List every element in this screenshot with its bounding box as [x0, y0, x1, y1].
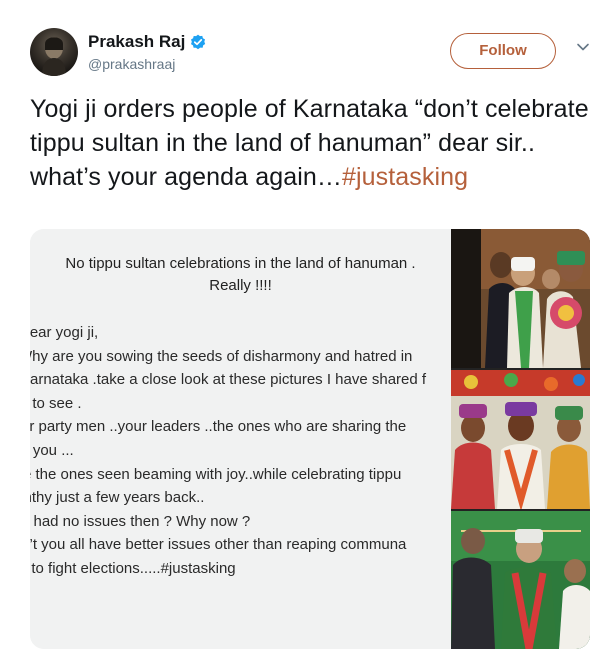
avatar[interactable]: [30, 28, 78, 76]
tweet-header: Prakash Raj @prakashraaj Follow: [30, 28, 590, 78]
note-title: No tippu sultan celebrations in the land…: [30, 253, 451, 297]
note-title-line-1: No tippu sultan celebrations in the land…: [65, 255, 416, 272]
photo-3-image: [451, 511, 590, 649]
photo-1[interactable]: [451, 229, 590, 368]
note-line: Karnataka .take a close look at these pi…: [30, 371, 427, 389]
note-title-line-2: Really !!!!: [209, 277, 272, 294]
hashtag-link[interactable]: #justasking: [342, 163, 468, 191]
note-line: Dear yogi ji,: [30, 324, 99, 341]
note-line: Are the ones seen beaming with joy..whil…: [30, 465, 402, 483]
user-name-block[interactable]: Prakash Raj @prakashraaj: [88, 32, 206, 72]
note-image[interactable]: No tippu sultan celebrations in the land…: [30, 229, 451, 649]
avatar-portrait: [42, 37, 66, 76]
note-line: with you ...: [30, 441, 74, 459]
note-body: Dear yogi ji, Why are you sowing the see…: [30, 321, 451, 581]
note-line: you to see .: [30, 394, 82, 412]
follow-button[interactable]: Follow: [450, 33, 556, 69]
tweet-text: Yogi ji orders people of Karnataka “don’…: [30, 92, 590, 194]
note-line: Don’t you all have better issues other t…: [30, 536, 407, 554]
photo-1-image: [451, 229, 590, 368]
note-line: Why are you sowing the seeds of disharmo…: [30, 347, 413, 365]
photo-3[interactable]: [451, 511, 590, 649]
chevron-down-icon[interactable]: [576, 40, 590, 54]
user-handle[interactable]: @prakashraaj: [88, 56, 206, 72]
photo-2[interactable]: [451, 370, 590, 509]
tweet-media[interactable]: No tippu sultan celebrations in the land…: [30, 229, 590, 649]
note-line: You had no issues then ? Why now ?: [30, 512, 251, 530]
tweet-body: Yogi ji orders people of Karnataka “don’…: [30, 95, 589, 191]
photo-strip: [451, 229, 590, 649]
note-line: Your party men ..your leaders ..the ones…: [30, 418, 407, 436]
display-name[interactable]: Prakash Raj: [88, 32, 185, 52]
note-line: jayanthy just a few years back..: [30, 489, 205, 507]
note-line: harvest to fight elections.....#justaski…: [30, 559, 236, 577]
photo-2-image: [451, 370, 590, 509]
verified-badge-icon: [191, 34, 206, 50]
